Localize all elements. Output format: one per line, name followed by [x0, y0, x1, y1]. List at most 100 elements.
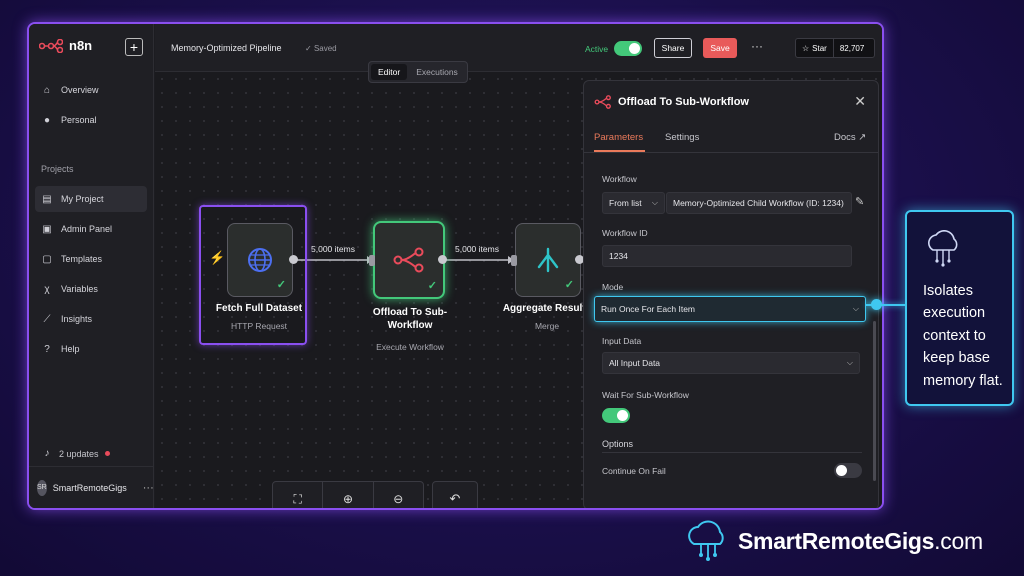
connection-label: 5,000 items	[311, 244, 355, 254]
toggle-knob	[629, 43, 640, 54]
zoom-in-icon[interactable]: ⊕	[323, 482, 374, 508]
wait-label: Wait For Sub-Workflow	[602, 390, 689, 400]
saved-status-label: Saved	[313, 44, 337, 53]
sidebar-item-insights[interactable]: ⟋ Insights	[35, 306, 147, 332]
undo-icon[interactable]: ↶	[432, 481, 478, 508]
tab-executions[interactable]: Executions	[409, 64, 465, 80]
node-title: Offload To Sub-Workflow	[372, 307, 448, 331]
workflow-name[interactable]: Memory-Optimized Pipeline	[171, 43, 282, 53]
panel-icon: ▣	[42, 223, 52, 235]
options-label: Options	[602, 439, 634, 449]
star-button[interactable]: ☆ Star	[796, 39, 834, 57]
input-port[interactable]	[511, 255, 517, 266]
chevron-down-icon: ⌵	[852, 304, 859, 313]
sidebar-item-label: Help	[61, 344, 80, 354]
mode-value: Run Once For Each Item	[601, 304, 696, 314]
tab-parameters[interactable]: Parameters	[594, 132, 643, 143]
box-icon: ▢	[42, 253, 52, 265]
divider	[602, 452, 862, 453]
divider	[584, 152, 878, 153]
star-label: Star	[812, 43, 827, 53]
more-options-icon[interactable]: ···	[751, 39, 763, 53]
success-check-icon: ✓	[427, 280, 437, 292]
updates-label: 2 updates	[59, 448, 99, 459]
node-subtitle: Execute Workflow	[376, 342, 444, 352]
save-button[interactable]: Save	[703, 38, 737, 58]
cloud-circuit-icon	[928, 230, 958, 267]
zoom-out-icon[interactable]: ⊖	[374, 482, 423, 508]
projects-section-label: Projects	[41, 164, 74, 174]
trigger-bolt-icon: ⚡	[209, 250, 226, 265]
logo-text: n8n	[69, 38, 93, 53]
saved-status: ✓ Saved	[305, 44, 337, 53]
sidebar-item-label: Admin Panel	[61, 224, 113, 234]
brand-name-text: SmartRemoteGigs	[738, 527, 935, 554]
tab-editor[interactable]: Editor	[371, 64, 408, 80]
mode-label: Mode	[602, 282, 624, 292]
edit-pencil-icon[interactable]: ✎	[855, 195, 864, 208]
sidebar-item-help[interactable]: ? Help	[35, 336, 147, 362]
external-link-icon: ↗	[858, 132, 867, 143]
success-check-icon: ✓	[276, 279, 286, 291]
output-port[interactable]	[289, 255, 298, 264]
sidebar-item-label: Variables	[61, 284, 98, 294]
input-data-select[interactable]: All Input Data ⌵	[602, 352, 860, 374]
active-label: Active	[585, 44, 609, 54]
node-subtitle: HTTP Request	[230, 321, 288, 331]
connection-label: 5,000 items	[455, 244, 499, 254]
add-button[interactable]: +	[125, 38, 143, 56]
user-icon: ●	[43, 114, 51, 126]
workflow-id-field[interactable]: 1234	[602, 245, 852, 267]
globe-icon	[248, 248, 272, 272]
sidebar-item-my-project[interactable]: ▤ My Project	[35, 186, 147, 212]
close-icon[interactable]: ✕	[854, 93, 866, 110]
workflow-label: Workflow	[602, 174, 637, 184]
share-button[interactable]: Share	[654, 38, 692, 58]
updates-notice[interactable]: ♪ 2 updates	[41, 448, 110, 459]
mode-select[interactable]: Run Once For Each Item ⌵	[594, 296, 866, 322]
logo[interactable]: n8n	[39, 38, 92, 53]
sidebar-item-variables[interactable]: χ Variables	[35, 276, 147, 302]
sidebar-item-personal[interactable]: ● Personal	[35, 107, 147, 133]
user-menu-icon[interactable]: ···	[143, 482, 154, 494]
panel-header: Offload To Sub-Workflow	[594, 95, 749, 109]
avatar: SR	[37, 479, 47, 496]
github-star[interactable]: ☆ Star 82,707	[795, 38, 875, 58]
variable-icon: χ	[44, 283, 50, 295]
docs-link[interactable]: Docs ↗	[834, 132, 866, 143]
brand-watermark: SmartRemoteGigs.com	[684, 520, 983, 562]
node-offload-to-sub-workflow[interactable]: ✓	[373, 221, 445, 299]
tab-settings[interactable]: Settings	[665, 132, 699, 143]
merge-icon	[537, 247, 559, 273]
continue-on-fail-toggle[interactable]	[834, 463, 862, 478]
fit-view-icon[interactable]: ⛶	[273, 482, 324, 508]
sidebar-item-overview[interactable]: ⌂ Overview	[35, 77, 147, 103]
sidebar-item-label: Insights	[61, 314, 93, 324]
callout-text: Isolates execution context to keep base …	[923, 283, 1003, 389]
workflow-select[interactable]: Memory-Optimized Child Workflow (ID: 123…	[666, 192, 852, 214]
workflow-value: Memory-Optimized Child Workflow (ID: 123…	[673, 198, 844, 208]
wait-toggle[interactable]	[602, 408, 630, 423]
active-toggle[interactable]	[614, 41, 642, 56]
node-fetch-full-dataset[interactable]: ✓	[227, 223, 293, 297]
sidebar-item-templates[interactable]: ▢ Templates	[35, 246, 147, 272]
panel-title: Offload To Sub-Workflow	[618, 96, 749, 108]
sidebar-item-label: Templates	[61, 254, 103, 264]
chevron-down-icon: ⌵	[846, 358, 853, 367]
callout-dot	[871, 299, 882, 310]
workflow-id-value: 1234	[609, 251, 628, 261]
clipboard-icon: ▤	[42, 193, 52, 205]
chart-icon: ⟋	[43, 313, 51, 325]
input-data-value: All Input Data	[609, 358, 661, 368]
input-port[interactable]	[369, 255, 375, 266]
user-row[interactable]: SR SmartRemoteGigs ···	[29, 466, 154, 508]
chevron-down-icon: ⌵	[651, 198, 658, 207]
continue-on-fail-label: Continue On Fail	[602, 466, 666, 476]
output-port[interactable]	[438, 255, 447, 264]
n8n-logo-icon	[39, 38, 63, 53]
node-aggregate-results[interactable]: ✓	[515, 223, 581, 297]
workflow-source-select[interactable]: From list ⌵	[602, 192, 665, 214]
brand-logo-icon	[688, 520, 724, 561]
sidebar-item-admin-panel[interactable]: ▣ Admin Panel	[35, 216, 147, 242]
panel-scrollbar[interactable]	[873, 321, 876, 481]
